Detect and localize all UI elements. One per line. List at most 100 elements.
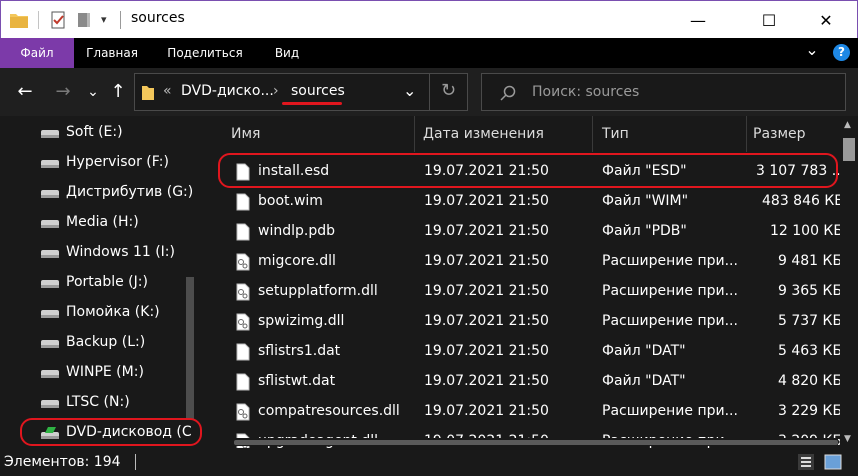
table-row[interactable]: windlp.pdb 19.07.2021 21:50 Файл "PDB" 1… (206, 217, 843, 247)
help-icon[interactable]: ? (833, 44, 850, 61)
breadcrumb-separator: › (273, 83, 279, 99)
table-row[interactable]: sflistwt.dat 19.07.2021 21:50 Файл "DAT"… (206, 367, 842, 397)
file-date: 19.07.2021 21:50 (424, 343, 549, 359)
column-header-type[interactable]: Тип (602, 116, 629, 152)
window-title: sources (131, 10, 185, 26)
sidebar-item-backup[interactable]: Backup (L:) (0, 328, 190, 358)
file-type: Расширение при... (602, 313, 738, 329)
tab-view[interactable]: Вид (262, 38, 312, 68)
table-row[interactable]: sflistrs1.dat 19.07.2021 21:50 Файл "DAT… (206, 337, 842, 367)
file-size: 483 846 КБ (762, 193, 844, 209)
recent-locations-button[interactable]: ⌄ (84, 80, 102, 104)
dll-file-icon (236, 253, 250, 271)
column-header-date[interactable]: Дата изменения (423, 116, 544, 152)
scroll-up-icon[interactable]: ▲ (844, 120, 851, 130)
up-button[interactable]: ↑ (106, 80, 130, 104)
tab-home[interactable]: Главная (74, 38, 150, 68)
sidebar-item-winpe[interactable]: WINPE (M:) (0, 358, 190, 388)
tab-file[interactable]: Файл (0, 38, 74, 68)
file-date: 19.07.2021 21:50 (424, 193, 549, 209)
sidebar-item-label: Дистрибутив (G:) (66, 184, 194, 200)
column-divider[interactable] (746, 116, 747, 152)
scroll-down-icon[interactable]: ▼ (844, 434, 851, 444)
sidebar-item-hypervisor[interactable]: Hypervisor (F:) (0, 148, 190, 178)
title-divider (120, 11, 121, 29)
address-bar[interactable]: « DVD-диско... › sources ⌄ ↻ (134, 73, 468, 111)
file-size: 12 100 КБ (770, 223, 843, 239)
sidebar-item-distributive[interactable]: Дистрибутив (G:) (0, 178, 194, 208)
file-name: spwizimg.dll (258, 313, 345, 329)
file-date: 19.07.2021 21:50 (424, 403, 549, 419)
table-row[interactable]: boot.wim 19.07.2021 21:50 Файл "WIM" 483… (206, 187, 844, 217)
tab-share[interactable]: Поделиться (155, 38, 255, 68)
sidebar-item-pomoyka[interactable]: Помойка (K:) (0, 298, 190, 328)
status-bar: Элементов: 194 (0, 448, 858, 476)
search-input[interactable]: Поиск: sources (532, 84, 639, 100)
drive-icon (41, 250, 59, 258)
sidebar-item-media[interactable]: Media (H:) (0, 208, 190, 238)
install-esd-highlight (218, 153, 838, 188)
table-row[interactable]: spwizimg.dll 19.07.2021 21:50 Расширение… (206, 307, 843, 337)
file-size: 9 481 КБ (778, 253, 843, 269)
vertical-scrollbar-thumb[interactable] (843, 138, 855, 161)
sidebar-item-ltsc[interactable]: LTSC (N:) (0, 388, 190, 418)
large-icons-view-icon[interactable] (824, 454, 842, 470)
new-folder-icon[interactable] (76, 11, 92, 29)
breadcrumb-overflow[interactable]: « (163, 83, 172, 99)
drive-icon (41, 130, 59, 138)
refresh-icon[interactable]: ↻ (441, 80, 456, 101)
file-type: Файл "WIM" (602, 193, 689, 209)
file-name: setupplatform.dll (258, 283, 378, 299)
forward-button[interactable]: → (50, 80, 76, 104)
file-date: 19.07.2021 21:50 (424, 223, 549, 239)
file-name: compatresources.dll (258, 403, 400, 419)
drive-icon (41, 220, 59, 228)
horizontal-scrollbar[interactable] (226, 438, 838, 446)
details-view-icon[interactable] (798, 454, 814, 470)
sidebar-scrollbar-thumb[interactable] (186, 277, 194, 420)
sidebar-item-portable[interactable]: Portable (J:) (0, 268, 190, 298)
table-row[interactable]: compatresources.dll 19.07.2021 21:50 Рас… (206, 397, 842, 427)
sidebar-item-label: Hypervisor (F:) (66, 154, 169, 170)
file-type: Файл "PDB" (602, 223, 687, 239)
sidebar-item-soft[interactable]: Soft (E:) (0, 118, 190, 148)
table-row[interactable]: migcore.dll 19.07.2021 21:50 Расширение … (206, 247, 843, 277)
file-name: sflistrs1.dat (258, 343, 341, 359)
breadcrumb-dvd-drive[interactable]: DVD-диско... (181, 83, 274, 99)
drive-icon (41, 400, 59, 408)
status-divider (135, 454, 136, 470)
properties-icon[interactable] (49, 11, 67, 29)
column-header-name[interactable]: Имя (231, 116, 260, 152)
search-box[interactable]: Поиск: sources (481, 73, 846, 111)
file-name: boot.wim (258, 193, 323, 209)
file-size: 5 737 КБ (778, 313, 843, 329)
sidebar-item-windows-11[interactable]: Windows 11 (I:) (0, 238, 190, 268)
horizontal-scrollbar-thumb[interactable] (234, 440, 838, 445)
maximize-button[interactable]: ☐ (746, 1, 792, 39)
column-header-size[interactable]: Размер (753, 116, 806, 152)
file-date: 19.07.2021 21:50 (424, 313, 549, 329)
close-button[interactable]: ✕ (803, 1, 849, 39)
sidebar-item-label: Помойка (K:) (66, 304, 160, 320)
breadcrumb-sources[interactable]: sources (291, 83, 345, 99)
file-size: 9 365 КБ (778, 283, 843, 299)
column-divider[interactable] (414, 116, 415, 152)
drive-icon (41, 310, 59, 318)
address-dropdown-icon[interactable]: ⌄ (403, 81, 416, 100)
folder-icon (10, 14, 28, 28)
dll-file-icon (236, 403, 250, 421)
minimize-button[interactable]: — (675, 1, 721, 39)
ribbon-tabs: Файл Главная Поделиться Вид ⌄ ? (0, 38, 858, 68)
sidebar-item-label: Portable (J:) (66, 274, 148, 290)
vertical-scrollbar[interactable]: ▲ ▼ (840, 116, 858, 448)
sidebar-item-label: Media (H:) (66, 214, 139, 230)
column-divider[interactable] (592, 116, 593, 152)
table-row[interactable]: setupplatform.dll 19.07.2021 21:50 Расши… (206, 277, 843, 307)
title-divider (38, 11, 39, 29)
sidebar-item-label: LTSC (N:) (66, 394, 130, 410)
expand-ribbon-icon[interactable]: ⌄ (800, 38, 824, 68)
quick-access-dropdown-icon[interactable]: ▾ (101, 13, 107, 31)
address-divider (429, 74, 430, 110)
navigation-pane: Soft (E:) Hypervisor (F:) Дистрибутив (G… (0, 116, 206, 448)
back-button[interactable]: ← (12, 80, 38, 104)
